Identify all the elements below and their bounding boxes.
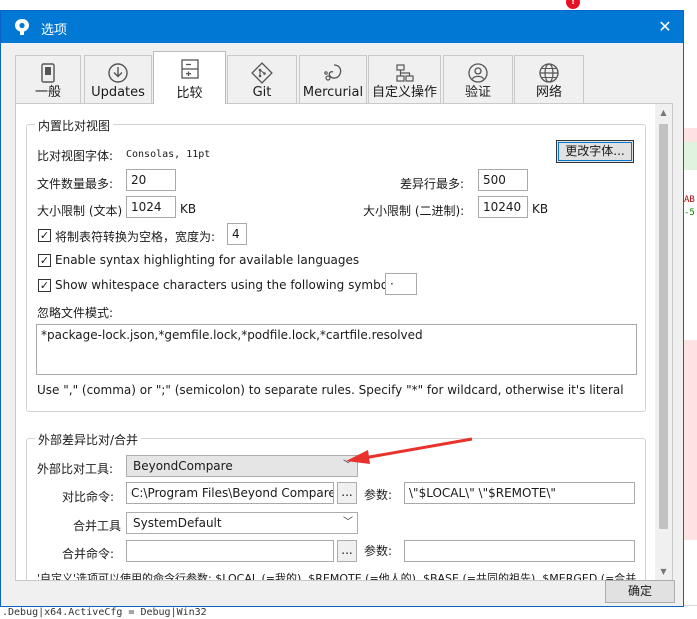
background-status-line: .Debug|x64.ActiveCfg = Debug|Win32 [0, 605, 697, 619]
options-dialog: 选项 ✕ 一般 Updates 比较 Git Mercurial 自定义操作 验… [0, 10, 684, 607]
font-value: Consolas, 11pt [126, 149, 211, 160]
merge-args-input[interactable] [404, 540, 635, 562]
dialog-titlebar: 选项 ✕ [1, 11, 683, 43]
size-binary-unit: KB [532, 202, 549, 216]
tabs-to-spaces-label: 将制表符转换为空格，宽度为: [55, 230, 216, 244]
mercurial-icon [324, 64, 342, 81]
ok-button[interactable]: 确定 [605, 580, 675, 603]
tab-auth[interactable]: 验证 [443, 55, 513, 103]
size-text-unit: KB [180, 202, 197, 216]
max-diff-lines-label: 差异行最多: [400, 177, 465, 191]
tab-compare[interactable]: 比较 [153, 51, 226, 104]
git-icon [251, 62, 273, 84]
merge-command-label: 合并命令: [62, 547, 115, 561]
merge-tool-select[interactable]: SystemDefault ﹀ [126, 512, 358, 534]
vertical-scrollbar[interactable]: ▲ ▼ [655, 104, 672, 580]
notification-badge: ! [566, 0, 580, 9]
chevron-down-icon: ﹀ [343, 517, 353, 528]
diff-args-input[interactable]: \"$LOCAL\" \"$REMOTE\" [404, 482, 635, 504]
group-title: 内置比对视图 [35, 117, 114, 134]
tabs-to-spaces-checkbox[interactable]: ✓ [38, 229, 51, 242]
diff-args-label: 参数: [364, 488, 393, 502]
builtin-diff-view-group: 内置比对视图 比对视图字体: Consolas, 11pt 更改字体... 文件… [26, 117, 646, 412]
ignore-patterns-label: 忽略文件模式: [37, 306, 114, 320]
compare-tab-panel: 内置比对视图 比对视图字体: Consolas, 11pt 更改字体... 文件… [15, 103, 673, 581]
size-binary-input[interactable]: 10240 [478, 196, 528, 218]
max-files-input[interactable]: 20 [126, 169, 176, 191]
dialog-title: 选项 [41, 23, 68, 38]
syntax-highlighting-checkbox[interactable]: ✓ [38, 254, 51, 267]
close-icon: ✕ [658, 17, 672, 36]
diff-command-label: 对比命令: [62, 490, 115, 504]
tab-git[interactable]: Git [227, 55, 297, 103]
command-args-footnote: '自定义'选项可以使用的命令行参数: $LOCAL (=我的), $REMOTE… [37, 572, 637, 581]
show-whitespace-checkbox[interactable]: ✓ [38, 279, 51, 292]
size-binary-label: 大小限制 (二进制): [363, 204, 465, 218]
max-files-label: 文件数量最多: [37, 177, 114, 191]
tab-custom-actions[interactable]: 自定义操作 [368, 55, 441, 103]
show-whitespace-label: Show whitespace characters using the fol… [55, 278, 396, 292]
tab-width-input[interactable]: 4 [227, 223, 247, 245]
merge-args-label: 参数: [364, 544, 393, 558]
tab-mercurial[interactable]: Mercurial [299, 55, 367, 103]
diff-tool-label: 外部比对工具: [37, 462, 114, 476]
background-app-toolbar: ! [0, 0, 697, 10]
merge-tool-label: 合并工具 [73, 519, 122, 533]
font-label: 比对视图字体: [37, 149, 114, 163]
ignore-patterns-hint: Use "," (comma) or ";" (semicolon) to se… [37, 383, 624, 397]
tab-general[interactable]: 一般 [15, 55, 81, 103]
change-font-button[interactable]: 更改字体... [556, 140, 634, 163]
syntax-highlighting-label: Enable syntax highlighting for available… [55, 253, 360, 267]
tab-network[interactable]: 网络 [514, 55, 584, 103]
scrollbar-thumb[interactable] [659, 124, 668, 529]
diff-command-input[interactable]: C:\Program Files\Beyond Compare [126, 482, 334, 504]
diff-tool-select[interactable]: BeyondCompare ﹀ [126, 455, 358, 477]
size-text-label: 大小限制 (文本) [37, 204, 123, 218]
diff-command-browse-button[interactable]: ... [337, 482, 357, 504]
app-logo-icon [15, 19, 29, 35]
group-title: 外部差异比对/合并 [35, 431, 142, 448]
scroll-down-icon[interactable]: ▼ [655, 563, 672, 580]
annotation-arrow [346, 437, 473, 464]
compare-icon [180, 59, 199, 79]
options-tabs: 一般 Updates 比较 Git Mercurial 自定义操作 验证 网络 [15, 51, 655, 104]
background-app-edge: AB -5 [684, 0, 697, 619]
max-diff-lines-input[interactable]: 500 [478, 169, 528, 191]
tab-updates[interactable]: Updates [84, 55, 152, 103]
merge-command-input[interactable] [126, 540, 334, 562]
merge-command-browse-button[interactable]: ... [337, 540, 357, 562]
download-icon [108, 63, 128, 83]
close-button[interactable]: ✕ [653, 15, 677, 39]
ignore-patterns-textarea[interactable]: *package-lock.json,*gemfile.lock,*podfil… [36, 324, 637, 375]
whitespace-symbol-input[interactable]: · [385, 273, 417, 295]
scroll-up-icon[interactable]: ▲ [655, 104, 672, 121]
size-text-input[interactable]: 1024 [126, 196, 176, 218]
